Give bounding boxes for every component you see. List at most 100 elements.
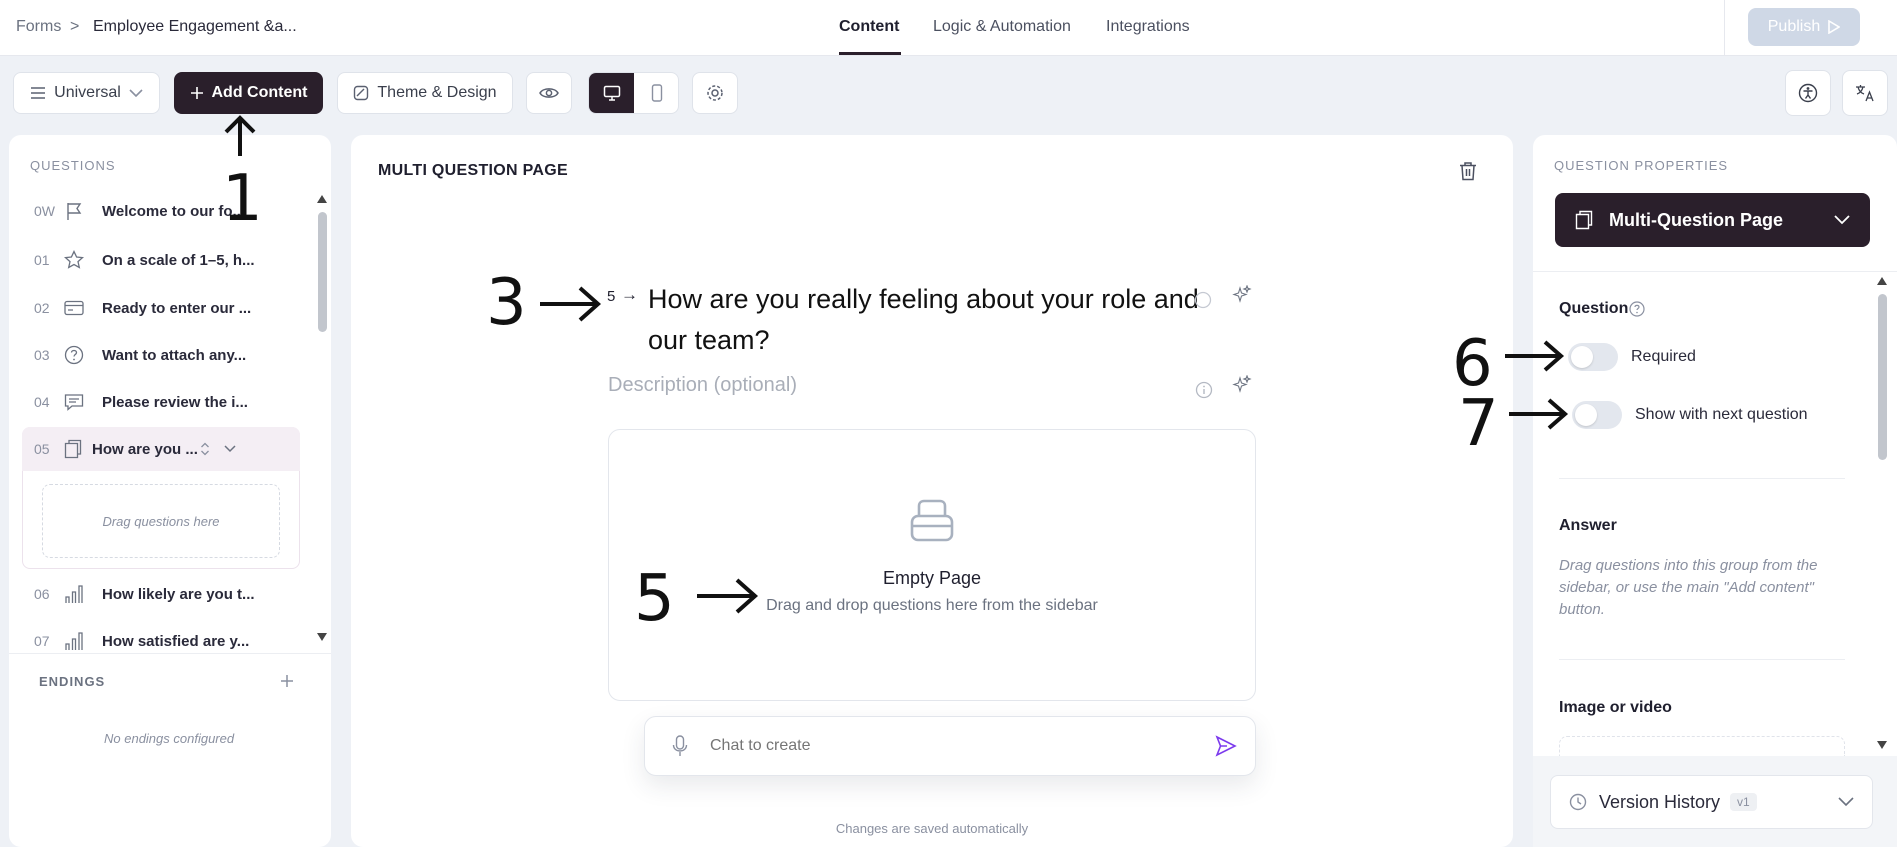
empty-page-dropzone[interactable] <box>608 429 1256 701</box>
question-text: How satisfied are y... <box>102 632 250 650</box>
add-ending-icon[interactable] <box>280 674 294 688</box>
autosave-status: Changes are saved automatically <box>835 821 1029 836</box>
help-circle-icon <box>64 345 84 365</box>
question-number: 05 <box>34 441 50 457</box>
question-item-05[interactable]: 05 How are you ... <box>22 427 300 471</box>
tab-logic-automation[interactable]: Logic & Automation <box>933 18 1071 36</box>
annotation-arrow-right <box>540 286 602 322</box>
theme-design-button[interactable]: Theme & Design <box>337 72 513 114</box>
media-upload-dropzone[interactable] <box>1559 736 1845 756</box>
info-icon[interactable] <box>1195 381 1213 399</box>
properties-section-label: QUESTION PROPERTIES <box>1554 158 1729 173</box>
copy-icon <box>1575 210 1593 230</box>
clock-icon <box>1569 793 1587 811</box>
question-text: Ready to enter our ... <box>102 299 252 317</box>
tab-integrations[interactable]: Integrations <box>1106 18 1190 36</box>
chevron-down-icon <box>1834 215 1850 225</box>
required-toggle[interactable] <box>1568 343 1618 371</box>
star-icon <box>64 250 84 269</box>
question-type-select[interactable]: Multi-Question Page <box>1555 193 1870 247</box>
breadcrumb-forms[interactable]: Forms <box>16 18 61 36</box>
version-history-button[interactable]: Version History v1 <box>1550 775 1873 829</box>
required-label: Required <box>1631 348 1696 365</box>
chat-input[interactable] <box>710 734 1190 758</box>
phone-icon <box>651 84 662 102</box>
question-text: Want to attach any... <box>102 346 247 364</box>
question-item-07[interactable]: 07 How satisfied are y... <box>22 621 300 661</box>
question-number-label: 5 <box>607 288 616 305</box>
breadcrumb-form-title[interactable]: Employee Engagement &a... <box>93 18 297 36</box>
question-item-03[interactable]: 03 Want to attach any... <box>22 335 300 375</box>
description-input[interactable]: Description (optional) <box>608 374 797 397</box>
tab-content[interactable]: Content <box>839 18 899 36</box>
info-icon[interactable] <box>1194 291 1212 309</box>
question-text: How are you ... <box>92 440 198 458</box>
publish-button[interactable]: Publish <box>1748 8 1860 46</box>
answer-heading: Answer <box>1559 517 1617 534</box>
translate-icon <box>1856 85 1874 102</box>
question-title-input[interactable]: How are you really feeling about your ro… <box>648 279 1208 361</box>
scroll-up-arrow[interactable] <box>1876 276 1888 286</box>
drag-placeholder-text: Drag questions here <box>102 513 220 529</box>
annotation-arrow-up <box>224 115 256 156</box>
plus-icon <box>190 87 203 99</box>
send-icon[interactable] <box>1215 735 1237 757</box>
microphone-icon[interactable] <box>672 735 688 757</box>
question-item-01[interactable]: 01 On a scale of 1–5, h... <box>22 240 300 280</box>
theme-design-label: Theme & Design <box>377 84 497 101</box>
trash-icon[interactable] <box>1459 161 1477 181</box>
question-number-arrow: → <box>621 285 638 304</box>
properties-scrollbar-thumb[interactable] <box>1878 294 1887 460</box>
sparkle-icon[interactable] <box>1232 285 1252 303</box>
scroll-down-arrow[interactable] <box>316 632 328 642</box>
mobile-view-button[interactable] <box>634 73 678 113</box>
sidebar-scrollbar-thumb[interactable] <box>318 212 327 332</box>
questions-section-label: QUESTIONS <box>30 158 116 173</box>
comment-icon <box>64 394 84 411</box>
properties-divider <box>1559 659 1845 660</box>
chevron-down-icon[interactable] <box>224 445 236 453</box>
reorder-icon[interactable] <box>200 441 210 457</box>
question-number: 0W <box>34 203 55 219</box>
preview-button[interactable] <box>526 72 572 114</box>
add-content-button[interactable]: Add Content <box>174 72 323 114</box>
scroll-up-arrow[interactable] <box>316 194 328 204</box>
desktop-view-button[interactable] <box>589 73 634 113</box>
sparkle-icon[interactable] <box>1232 375 1252 393</box>
play-icon <box>1828 20 1841 34</box>
question-item-06[interactable]: 06 How likely are you t... <box>22 574 300 614</box>
question-number: 07 <box>34 633 50 649</box>
header-divider <box>1724 0 1725 56</box>
chevron-down-icon <box>1838 797 1854 807</box>
annotation-1: 1 <box>222 162 263 236</box>
palette-icon <box>354 85 369 101</box>
bar-chart-icon <box>65 585 83 603</box>
drag-questions-dropzone[interactable]: Drag questions here <box>42 484 280 558</box>
properties-divider <box>1559 478 1845 479</box>
gear-icon <box>707 85 723 101</box>
question-item-02[interactable]: 02 Ready to enter our ... <box>22 288 300 328</box>
annotation-arrow-right <box>1509 398 1569 430</box>
translate-button[interactable] <box>1842 70 1888 116</box>
question-text: On a scale of 1–5, h... <box>102 251 255 269</box>
help-circle-icon[interactable] <box>1629 301 1645 317</box>
question-number: 03 <box>34 347 50 363</box>
endings-section-label: ENDINGS <box>39 674 106 689</box>
menu-icon <box>31 87 46 99</box>
question-item-04[interactable]: 04 Please review the i... <box>22 382 300 422</box>
scroll-down-arrow[interactable] <box>1876 740 1888 750</box>
annotation-5: 5 <box>634 562 675 636</box>
question-type-value: Multi-Question Page <box>1609 209 1784 230</box>
settings-button[interactable] <box>692 72 738 114</box>
version-history-label: Version History <box>1599 791 1721 812</box>
annotation-7: 7 <box>1458 387 1499 461</box>
device-toggle-group <box>588 72 679 114</box>
question-number: 04 <box>34 394 50 410</box>
show-with-next-toggle[interactable] <box>1572 401 1622 429</box>
copy-icon <box>64 439 82 459</box>
page-type-title: MULTI QUESTION PAGE <box>378 162 568 179</box>
annotation-arrow-right <box>697 578 759 614</box>
accessibility-button[interactable] <box>1785 70 1831 116</box>
view-select[interactable]: Universal <box>13 72 160 114</box>
inbox-stack-icon <box>910 499 954 542</box>
